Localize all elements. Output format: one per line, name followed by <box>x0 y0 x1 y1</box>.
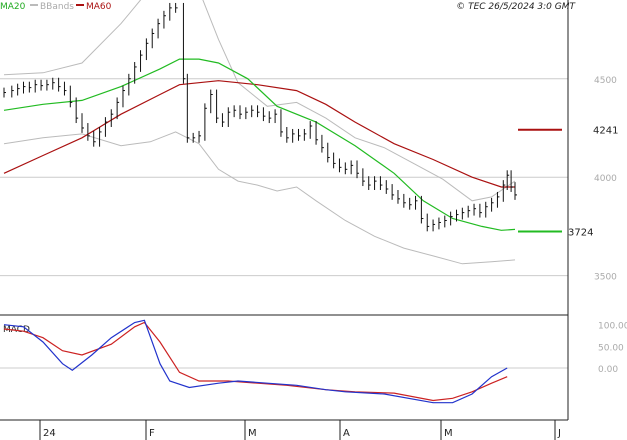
price-y-tick-label: 4000 <box>594 174 617 184</box>
price-y-tick-label: 3500 <box>594 273 617 283</box>
macd-y-tick-label: 100.00 <box>598 322 627 332</box>
x-tick-label: M <box>248 428 257 439</box>
macd-y-tick-label: 50.00 <box>598 343 624 353</box>
x-tick-label: M <box>444 428 453 439</box>
x-tick-label: 24 <box>43 428 56 439</box>
x-tick-label: J <box>557 428 561 439</box>
price-y-tick-label: 4500 <box>594 76 617 86</box>
price-level-label: 3724 <box>568 228 593 239</box>
stock-chart: MA20 BBands MA60 © TEC 26/5/2024 3:0 GMT… <box>0 0 627 440</box>
price-level-label: 4241 <box>593 126 618 137</box>
macd-y-tick-label: 0.00 <box>598 365 618 375</box>
bbands-legend-label: BBands <box>40 2 74 12</box>
copyright-label: © TEC 26/5/2024 3:0 GMT <box>456 2 576 12</box>
ma20-legend-label: MA20 <box>0 2 26 12</box>
x-tick-label: F <box>149 428 155 439</box>
chart-background <box>0 0 627 440</box>
x-tick-label: A <box>343 428 350 439</box>
ma60-legend-label: MA60 <box>86 2 112 12</box>
